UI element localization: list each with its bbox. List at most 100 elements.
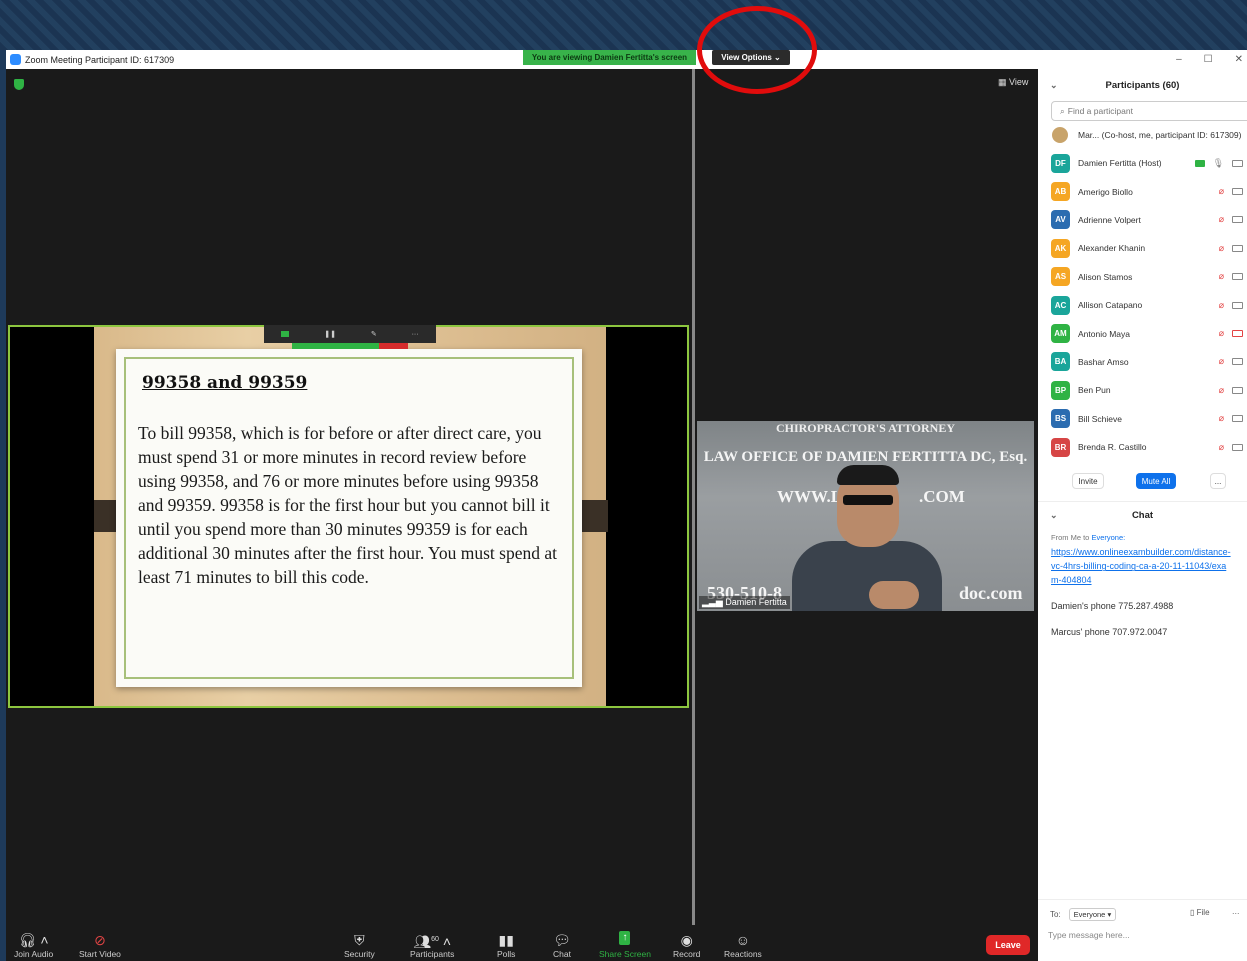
find-participant-placeholder: Find a participant [1067,106,1133,116]
speaker-glasses [843,495,893,505]
mic-muted-icon: ⌀ [1218,299,1224,310]
screen-share-icon [1194,159,1205,167]
participant-row[interactable]: BS Bill Schieve ⌀ [1038,405,1247,433]
participant-status-icons: 🎙︎ [1194,158,1243,169]
participants-count: 60 [431,936,439,943]
participant-row[interactable]: AB Amerigo Biollo ⌀ [1038,177,1247,205]
participant-row[interactable]: AS Alison Stamos ⌀ [1038,263,1247,291]
participant-row[interactable]: AM Antonio Maya ⌀ [1038,319,1247,347]
sharing-status [292,343,379,349]
pause-icon[interactable]: ❚❚ [324,330,336,338]
share-screen-icon: ↑ [619,931,631,945]
participant-row[interactable]: BA Bashar Amso ⌀ [1038,348,1247,376]
participants-label: Participants [410,949,455,959]
participant-name: Alexander Khanin [1078,243,1146,254]
participant-name: Bashar Amso [1078,356,1129,367]
mic-muted-icon: ⌀ [1218,441,1224,452]
collapse-chevron-icon[interactable]: ⌄ [1050,80,1058,91]
participant-avatar: AV [1051,210,1070,230]
chat-collapse-chevron-icon[interactable]: ⌄ [1050,510,1058,521]
record-button[interactable]: ◉ Record [673,931,700,959]
leave-button[interactable]: Leave [986,935,1030,955]
speaker-hand [869,581,919,609]
mic-muted-icon: ⌀ [1218,328,1224,339]
chat-link[interactable]: https://www.onlineexambuilder.com/distan… [1051,545,1233,587]
speaker-name-label: ▂▃▅ Damien Fertitta [699,596,790,609]
find-participant-input[interactable]: ⌕ Find a participant [1051,101,1247,121]
camera-icon [1232,415,1243,423]
search-icon: ⌕ [1060,105,1065,116]
reactions-icon: ☺ [735,932,751,948]
participant-avatar: DF [1051,153,1070,173]
video-www-text: WWW.LAW [777,487,870,506]
mic-muted-icon: ⌀ [1218,186,1224,197]
participant-name: Bill Schieve [1078,413,1122,424]
chat-recipient-select[interactable]: Everyone ▾ [1068,908,1117,921]
participant-status-icons: ⌀ [1219,214,1243,225]
presenter-toolbar[interactable]: ❚❚ ✎ ··· [264,325,436,343]
split-divider[interactable] [692,69,695,929]
participant-row[interactable]: BP Ben Pun ⌀ [1038,376,1247,404]
polls-icon: ▮▮ [498,932,514,948]
speaker-hair [837,465,899,485]
participant-avatar: BP [1051,380,1070,400]
participant-status-icons: ⌀ [1219,356,1243,367]
camera-icon [1232,330,1243,338]
chat-icon: 💬︎ [553,932,571,948]
speaker-video-tile[interactable]: CHIROPRACTOR'S ATTORNEY LAW OFFICE OF DA… [697,421,1034,611]
participant-row[interactable]: DF Damien Fertitta (Host) 🎙︎ [1038,149,1247,177]
participant-row[interactable]: AK Alexander Khanin ⌀ [1038,234,1247,262]
chat-title: Chat [1131,510,1154,522]
participants-button[interactable]: 👥︎60 ˄ Participants [410,931,454,959]
new-share-icon[interactable] [281,331,290,337]
more-options-button[interactable]: ... [1210,473,1226,490]
chat-more-button[interactable]: ... [1232,906,1240,916]
shared-screen: 99358 and 99359 To bill 99358, which is … [8,325,689,708]
polls-button[interactable]: ▮▮ Polls [497,931,515,959]
chat-button[interactable]: 💬︎ Chat [553,931,571,959]
encryption-shield-icon[interactable] [14,79,24,90]
signal-icon: ▂▃▅ [702,597,726,607]
participant-name: Brenda R. Castillo [1078,442,1147,453]
start-video-button[interactable]: ⊘ Start Video [79,931,121,959]
desktop-background [0,0,1247,50]
participant-self[interactable]: Mar... (Co-host, me, participant ID: 617… [1038,121,1247,149]
participant-name: Antonio Maya [1078,328,1130,339]
mute-all-button[interactable]: Mute All [1136,473,1176,490]
participant-status-icons: ⌀ [1219,442,1243,453]
stop-share-button[interactable] [379,343,408,349]
camera-icon [1232,386,1243,394]
close-icon[interactable]: ✕ [1235,54,1243,65]
participant-status-icons: ⌀ [1219,300,1243,311]
join-audio-button[interactable]: 🎧︎ ˄ Join Audio [14,931,53,959]
participant-status-icons: ⌀ [1219,413,1243,424]
shield-icon: ⛨ [354,932,365,948]
participant-avatar: AK [1051,238,1070,258]
participant-row[interactable]: AC Allison Catapano ⌀ [1038,291,1247,319]
reactions-button[interactable]: ☺ Reactions [724,931,762,959]
security-button[interactable]: ⛨ Security [344,931,375,959]
annotate-icon[interactable]: ✎ [371,330,377,338]
participant-row[interactable]: BR Brenda R. Castillo ⌀ [1038,433,1247,461]
record-label: Record [673,949,701,959]
chat-message-input[interactable]: Type message here... [1048,930,1130,940]
share-screen-button[interactable]: ↑ Share Screen [599,931,651,959]
maximize-icon[interactable]: ☐ [1204,54,1213,65]
viewing-banner: You are viewing Damien Fertitta's screen [523,50,696,65]
invite-button[interactable]: Invite [1072,473,1104,490]
participant-row[interactable]: AV Adrienne Volpert ⌀ [1038,206,1247,234]
participant-name: Adrienne Volpert [1078,214,1141,225]
view-button[interactable]: ▦ View [998,77,1028,88]
file-button[interactable]: ▯ File [1190,908,1210,917]
participant-avatar: BR [1051,437,1070,457]
minimize-icon[interactable]: – [1176,54,1182,65]
participant-avatar: AS [1051,267,1070,287]
participants-icon: 👥︎60 ˄ [413,933,452,950]
camera-icon [1232,273,1243,281]
participant-status-icons: ⌀ [1219,385,1243,396]
participant-status-icons: ⌀ [1219,271,1243,282]
more-icon[interactable]: ··· [412,331,419,338]
participant-name: Ben Pun [1078,385,1111,396]
window-controls: – ☐ ✕ [1176,50,1247,69]
video-banner-top: CHIROPRACTOR'S ATTORNEY [775,421,956,435]
